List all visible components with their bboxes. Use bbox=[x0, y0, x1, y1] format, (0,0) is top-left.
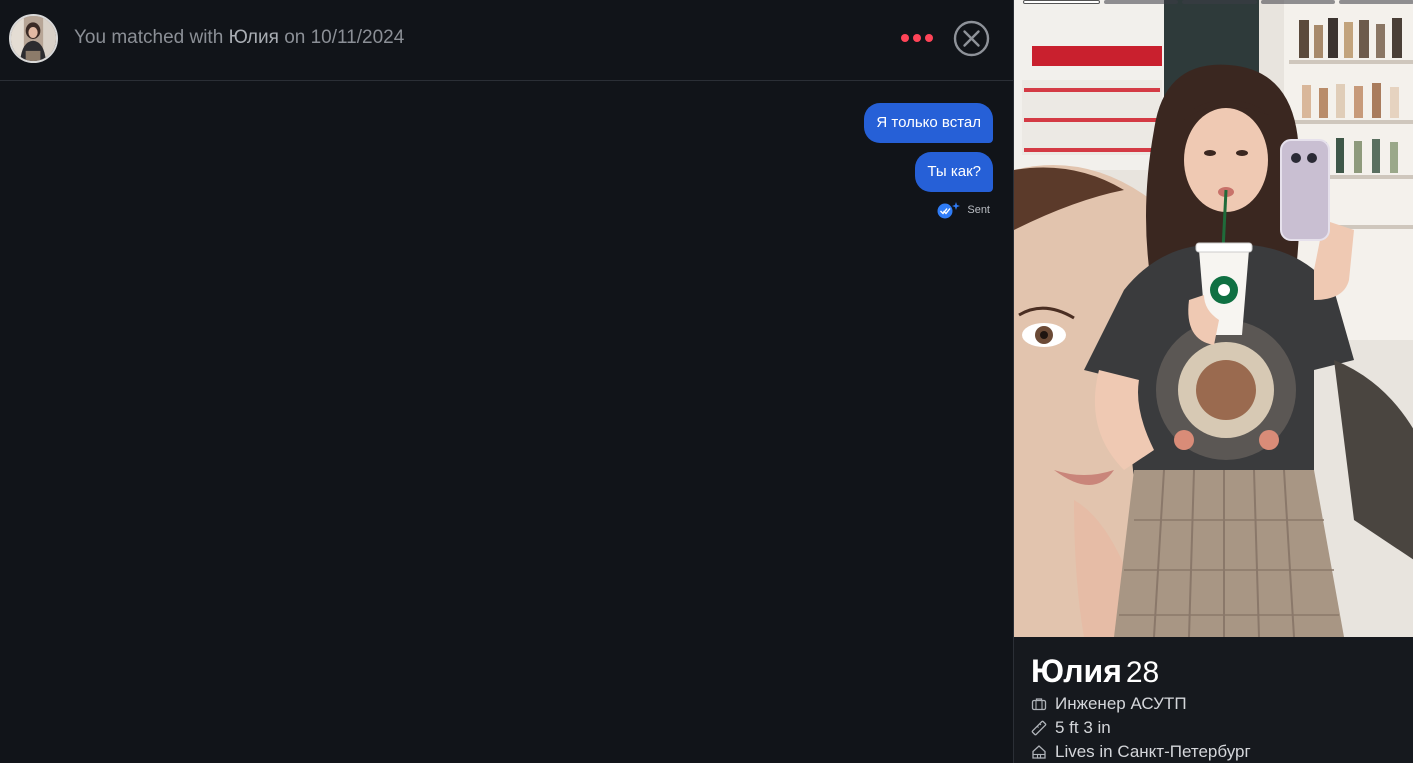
chat-pane: You matched with Юлия on 10/11/2024 Я то… bbox=[0, 0, 1013, 763]
match-prefix: You matched with bbox=[74, 27, 224, 48]
more-options-button[interactable] bbox=[901, 30, 933, 46]
more-dot bbox=[913, 34, 921, 42]
profile-detail-location: Lives in Санкт-Петербург bbox=[1031, 740, 1401, 763]
match-date: on 10/11/2024 bbox=[284, 27, 405, 48]
status-label: Sent bbox=[967, 204, 990, 216]
profile-pane: Юлия 28 Инженер АСУТП 5 ft 3 in Lives in… bbox=[1013, 0, 1413, 763]
photo-illustration bbox=[1014, 0, 1413, 637]
match-name: Юлия bbox=[228, 27, 279, 48]
home-icon bbox=[1032, 745, 1046, 759]
profile-detail-height: 5 ft 3 in bbox=[1031, 716, 1401, 740]
message-status: Sent bbox=[937, 201, 990, 219]
double-check-icon bbox=[937, 202, 961, 219]
app-window: You matched with Юлия on 10/11/2024 Я то… bbox=[0, 0, 1413, 763]
profile-photo[interactable] bbox=[1014, 0, 1413, 637]
photo-indicator[interactable] bbox=[1103, 0, 1179, 4]
more-dots-icon bbox=[901, 34, 909, 42]
more-dot bbox=[925, 34, 933, 42]
photo-indicator[interactable] bbox=[1260, 0, 1336, 4]
profile-detail-job: Инженер АСУТП bbox=[1031, 692, 1401, 716]
photo-progress bbox=[1023, 0, 1413, 5]
profile-age: 28 bbox=[1125, 656, 1160, 689]
photo-indicator[interactable] bbox=[1182, 0, 1257, 4]
profile-detail-text: Инженер АСУТП bbox=[1055, 694, 1187, 713]
photo-indicator[interactable] bbox=[1339, 0, 1413, 4]
close-circle-icon bbox=[953, 20, 990, 57]
match-info: You matched with Юлия on 10/11/2024 bbox=[74, 27, 404, 49]
ruler-icon bbox=[1031, 720, 1047, 736]
briefcase-icon bbox=[1031, 698, 1047, 711]
profile-detail-text: Lives in Санкт-Петербург bbox=[1055, 742, 1251, 761]
close-button[interactable] bbox=[953, 20, 990, 57]
chat-header: You matched with Юлия on 10/11/2024 bbox=[0, 0, 1013, 81]
photo-indicator[interactable] bbox=[1023, 0, 1100, 4]
message-bubble[interactable]: Ты как? bbox=[915, 152, 993, 192]
avatar[interactable] bbox=[9, 14, 58, 63]
profile-info: Юлия 28 Инженер АСУТП 5 ft 3 in Lives in… bbox=[1031, 652, 1401, 763]
profile-detail-text: 5 ft 3 in bbox=[1055, 718, 1111, 737]
profile-name: Юлия bbox=[1031, 653, 1122, 689]
message-bubble[interactable]: Я только встал bbox=[864, 103, 993, 143]
profile-title: Юлия 28 bbox=[1031, 652, 1401, 692]
message-list: Я только встал Ты как? Sent bbox=[593, 103, 993, 219]
